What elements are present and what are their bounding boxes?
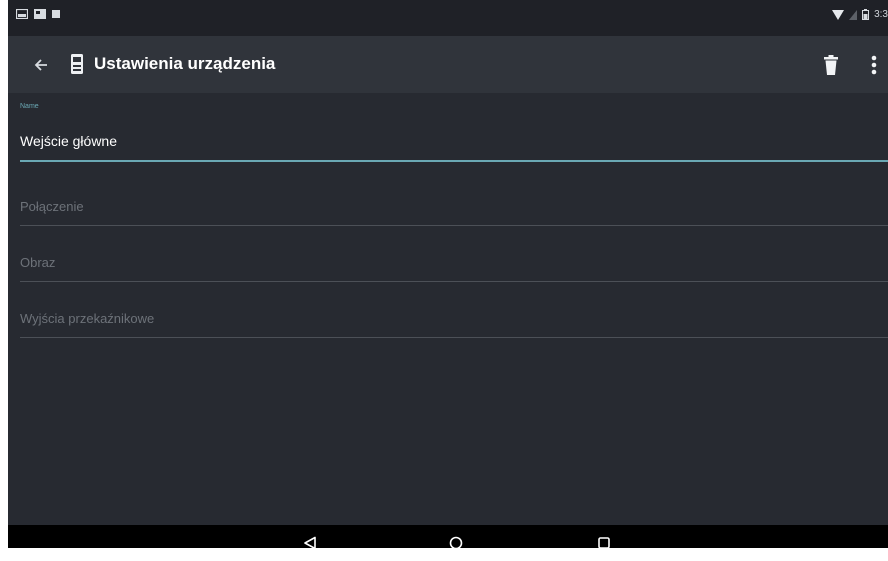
signal-icon bbox=[849, 9, 858, 20]
image-field[interactable]: Obraz bbox=[20, 241, 888, 287]
status-bar: 3:3 bbox=[8, 0, 888, 36]
delete-button[interactable] bbox=[816, 50, 846, 80]
battery-icon bbox=[862, 9, 870, 20]
name-field-underline bbox=[20, 160, 888, 162]
device-screen: 3:3 Ustawienia urządzenia Name Wejście g… bbox=[8, 0, 888, 548]
square-recents-icon bbox=[598, 537, 610, 548]
wifi-icon bbox=[832, 9, 845, 20]
gallery-icon bbox=[34, 9, 46, 19]
field-underline bbox=[20, 281, 888, 282]
connection-label: Połączenie bbox=[20, 199, 84, 214]
name-input[interactable] bbox=[20, 129, 880, 153]
intercom-device-icon bbox=[71, 54, 83, 74]
circle-home-icon bbox=[449, 536, 463, 548]
settings-form: Name Połączenie Obraz Wyjścia przekaźnik… bbox=[8, 93, 888, 525]
app-bar: Ustawienia urządzenia bbox=[8, 36, 888, 93]
navigation-bar bbox=[8, 525, 888, 548]
name-label: Name bbox=[20, 103, 39, 110]
page-title: Ustawienia urządzenia bbox=[94, 54, 276, 73]
field-underline bbox=[20, 225, 888, 226]
status-left-icons bbox=[16, 9, 60, 19]
nav-back-button[interactable] bbox=[298, 531, 322, 548]
nav-recents-button[interactable] bbox=[592, 531, 616, 548]
more-options-button[interactable] bbox=[862, 50, 886, 80]
triangle-back-icon bbox=[304, 536, 316, 548]
field-underline bbox=[20, 337, 888, 338]
more-vertical-icon bbox=[871, 55, 877, 75]
stop-icon bbox=[52, 10, 60, 18]
status-time: 3:3 bbox=[874, 9, 888, 20]
trash-icon bbox=[824, 55, 838, 75]
relay-outputs-field[interactable]: Wyjścia przekaźnikowe bbox=[20, 297, 888, 343]
name-field: Name bbox=[20, 101, 888, 163]
connection-field[interactable]: Połączenie bbox=[20, 185, 888, 231]
nav-home-button[interactable] bbox=[444, 531, 468, 548]
image-label: Obraz bbox=[20, 255, 56, 270]
notification-icon bbox=[16, 9, 28, 19]
back-button[interactable] bbox=[26, 50, 56, 80]
relay-outputs-label: Wyjścia przekaźnikowe bbox=[20, 311, 155, 326]
arrow-left-icon bbox=[34, 59, 47, 71]
status-right-icons: 3:3 bbox=[832, 9, 888, 20]
